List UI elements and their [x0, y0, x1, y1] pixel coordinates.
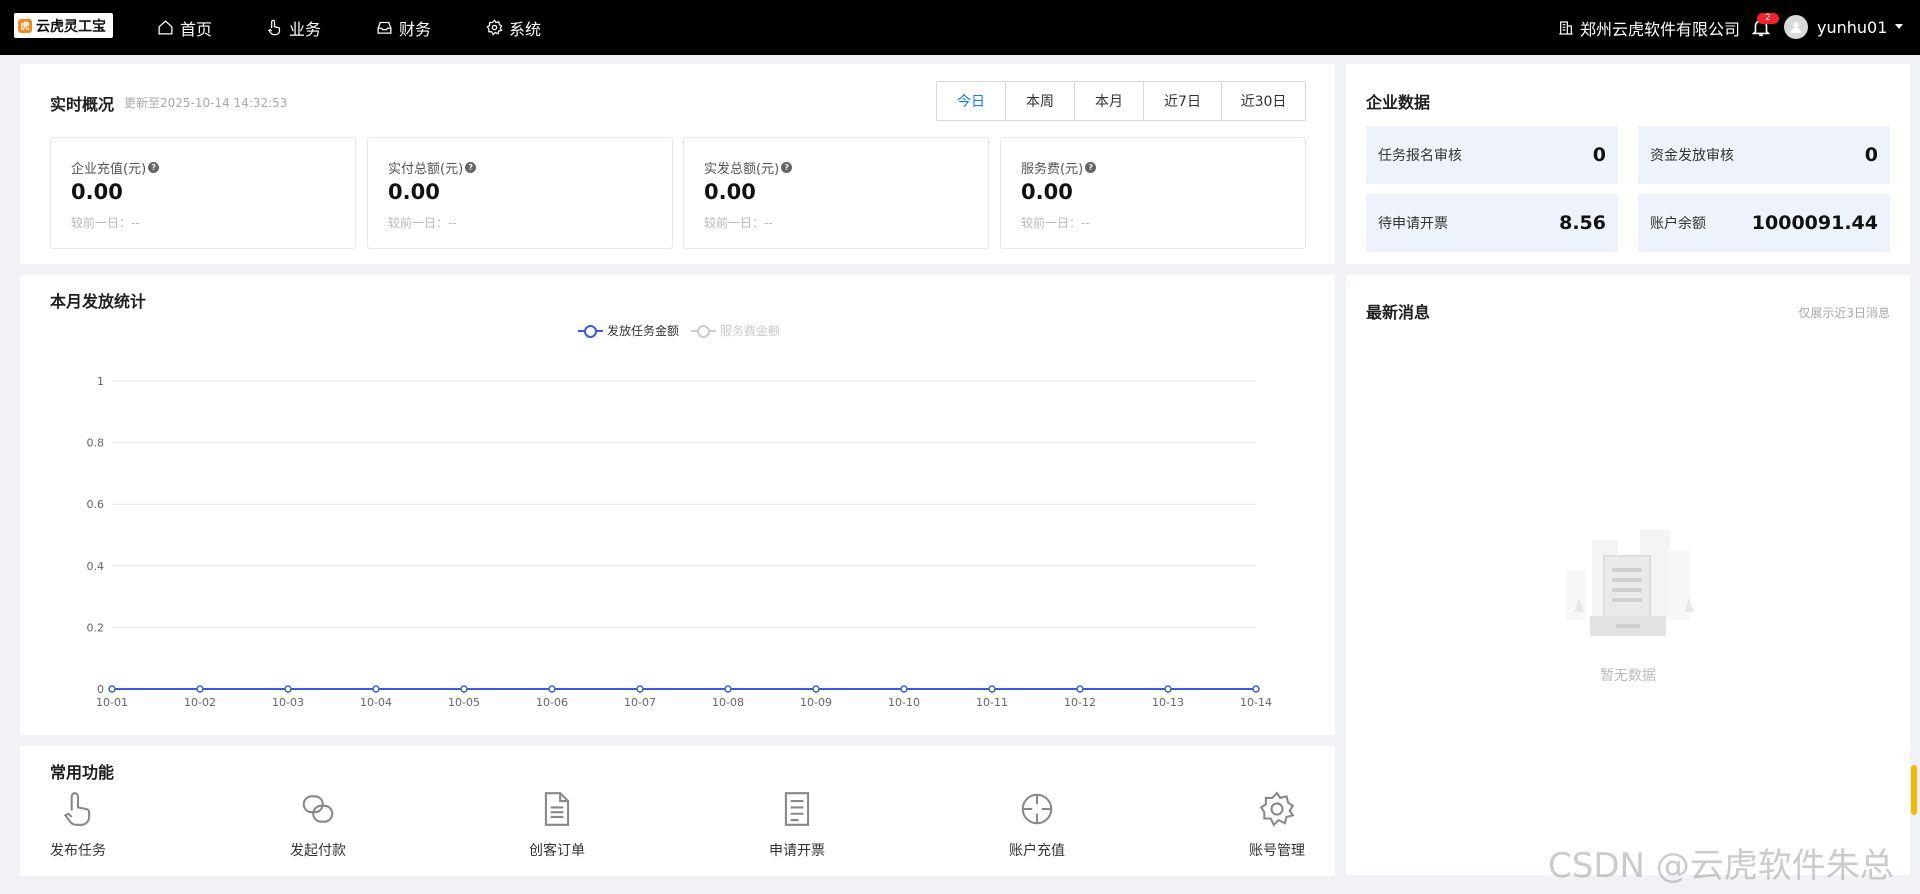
line-chart: 0 0.2 0.4 0.6 0.8 1 10-01 10-02 10-03 10-04 10-05 1…: [87, 375, 1272, 709]
data-point: [284, 685, 292, 693]
notification-badge: 2: [1757, 13, 1779, 24]
data-point: [1076, 685, 1084, 693]
enterprise-cell-label: 账户余额: [1650, 216, 1706, 232]
data-point: [636, 685, 644, 693]
function-publish-task[interactable]: 发布任务: [38, 790, 118, 870]
data-point: [812, 685, 820, 693]
x-tick-label: 10-04: [360, 696, 392, 709]
function-label: 发起付款: [290, 843, 346, 859]
function-apply-invoice[interactable]: 申请开票: [757, 790, 837, 870]
data-point: [1252, 685, 1260, 693]
chevron-down-icon[interactable]: [1895, 24, 1903, 29]
y-tick-label: 0.8: [87, 437, 105, 450]
x-tick-label: 10-05: [448, 696, 480, 709]
x-tick-label: 10-10: [888, 696, 920, 709]
y-tick-label: 0: [97, 683, 104, 696]
x-tick-label: 10-02: [184, 696, 216, 709]
document-icon: [544, 792, 570, 826]
function-label: 账号管理: [1249, 843, 1305, 859]
x-tick-label: 10-14: [1240, 696, 1272, 709]
enterprise-cell-label: 资金发放审核: [1650, 148, 1734, 164]
data-point: [372, 685, 380, 693]
data-point: [988, 685, 996, 693]
y-tick-label: 0.6: [87, 498, 105, 511]
enterprise-cell-value: 1000091.44: [1751, 212, 1878, 234]
empty-state-icon: [1566, 530, 1694, 636]
hand-pointer-icon: [63, 792, 91, 826]
username[interactable]: yunhu01: [1817, 0, 1887, 55]
enterprise-cell-balance[interactable]: 账户余额 1000091.44: [1638, 194, 1890, 252]
function-label: 账户充值: [1009, 843, 1065, 859]
x-tick-label: 10-08: [712, 696, 744, 709]
data-point: [1164, 685, 1172, 693]
y-tick-label: 1: [97, 375, 104, 388]
gear-icon: [1259, 791, 1295, 827]
data-point: [724, 685, 732, 693]
enterprise-cell-value: 0: [1592, 144, 1606, 166]
x-tick-label: 10-06: [536, 696, 568, 709]
function-maker-order[interactable]: 创客订单: [517, 790, 597, 870]
function-account-recharge[interactable]: 账户充值: [997, 790, 1077, 870]
functions-title: 常用功能: [50, 763, 115, 782]
functions-panel: [20, 746, 1335, 876]
enterprise-cell-label: 任务报名审核: [1378, 148, 1462, 164]
x-tick-label: 10-03: [272, 696, 304, 709]
user-icon: [1790, 22, 1802, 33]
enterprise-cell-fund-review[interactable]: 资金发放审核 0: [1638, 126, 1890, 184]
link-icon: [302, 795, 334, 823]
invoice-icon: [784, 792, 810, 826]
function-label: 创客订单: [529, 843, 585, 859]
x-tick-label: 10-09: [800, 696, 832, 709]
y-tick-label: 0.4: [87, 560, 105, 573]
enterprise-title: 企业数据: [1366, 93, 1431, 112]
x-tick-label: 10-01: [96, 696, 128, 709]
data-point: [548, 685, 556, 693]
x-tick-label: 10-11: [976, 696, 1008, 709]
enterprise-cell-value: 0: [1864, 144, 1878, 166]
x-tick-label: 10-13: [1152, 696, 1184, 709]
data-point: [196, 685, 204, 693]
x-tick-label: 10-07: [624, 696, 656, 709]
building-icon: [1559, 20, 1573, 35]
enterprise-cell-task-review[interactable]: 任务报名审核 0: [1366, 126, 1618, 184]
scrollbar-thumb[interactable]: [1911, 765, 1917, 815]
y-tick-label: 0.2: [87, 621, 105, 634]
enterprise-cell-label: 待申请开票: [1378, 216, 1448, 232]
enterprise-cell-pending-invoice[interactable]: 待申请开票 8.56: [1366, 194, 1618, 252]
messages-note: 仅展示近3日消息: [1798, 306, 1890, 320]
company-switcher[interactable]: 郑州云虎软件有限公司: [1558, 0, 1740, 55]
empty-state-text: 暂无数据: [1600, 668, 1656, 684]
function-account-management[interactable]: 账号管理: [1237, 790, 1317, 870]
function-label: 发布任务: [50, 843, 106, 859]
data-point: [900, 685, 908, 693]
avatar[interactable]: [1784, 15, 1808, 39]
target-icon: [1021, 793, 1053, 825]
data-point: [108, 685, 116, 693]
function-label: 申请开票: [769, 843, 825, 859]
company-name: 郑州云虎软件有限公司: [1580, 19, 1741, 39]
enterprise-cell-value: 8.56: [1559, 212, 1606, 234]
function-initiate-payment[interactable]: 发起付款: [278, 790, 358, 870]
x-tick-label: 10-12: [1064, 696, 1096, 709]
watermark: CSDN @云虎软件朱总: [1548, 846, 1894, 886]
messages-title: 最新消息: [1366, 303, 1431, 322]
data-point: [460, 685, 468, 693]
